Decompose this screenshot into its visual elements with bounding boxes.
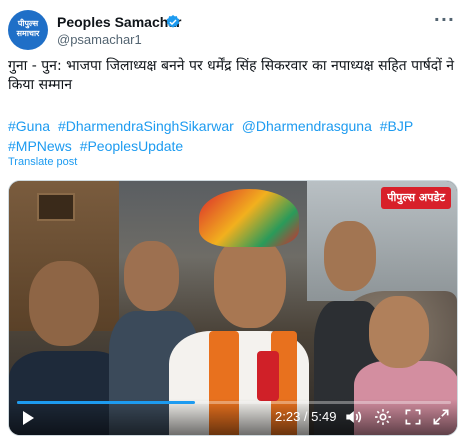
- play-icon[interactable]: [23, 411, 34, 425]
- verified-icon: [166, 15, 180, 28]
- video-time: 2:23 / 5:49: [275, 409, 337, 424]
- video-turban: [199, 189, 299, 247]
- settings-icon[interactable]: [373, 407, 393, 427]
- more-icon[interactable]: ···: [434, 10, 455, 29]
- avatar-text: पीपुल्स समाचार: [16, 19, 40, 38]
- hashtag-link[interactable]: #BJP: [380, 118, 413, 134]
- hashtag-link[interactable]: #Guna: [8, 118, 50, 134]
- hashtag-list: #Guna #DharmendraSinghSikarwar @Dharmend…: [8, 116, 457, 156]
- hashtag-link[interactable]: #DharmendraSinghSikarwar: [58, 118, 234, 134]
- fullscreen-icon[interactable]: [403, 407, 423, 427]
- video-microphone: [257, 351, 279, 401]
- video-progress-bar[interactable]: [17, 401, 451, 404]
- video-person-head: [369, 296, 429, 368]
- channel-logo-badge: पीपुल्स अपडेट: [381, 187, 451, 209]
- translate-post-link[interactable]: Translate post: [8, 156, 77, 168]
- author-display-name[interactable]: Peoples Samachar: [57, 14, 182, 30]
- video-controls: 2:23 / 5:49: [9, 399, 457, 435]
- author-handle[interactable]: @psamachar1: [57, 32, 142, 47]
- expand-icon[interactable]: [431, 407, 451, 427]
- hashtag-link[interactable]: #PeoplesUpdate: [80, 138, 184, 154]
- video-person-head: [214, 236, 286, 328]
- mention-link[interactable]: @Dharmendrasguna: [242, 118, 372, 134]
- video-scene-window: [37, 193, 75, 221]
- volume-icon[interactable]: [343, 407, 363, 427]
- avatar[interactable]: पीपुल्स समाचार: [8, 10, 48, 50]
- post-header: पीपुल्स समाचार Peoples Samachar @psamach…: [8, 10, 457, 50]
- video-player[interactable]: पीपुल्स अपडेट 2:23 / 5:49: [8, 180, 458, 436]
- video-person-head: [324, 221, 376, 291]
- hashtag-link[interactable]: #MPNews: [8, 138, 72, 154]
- post-text: गुना - पुन: भाजपा जिलाध्यक्ष बनने पर धर्…: [8, 58, 455, 93]
- video-progress-fill: [17, 401, 195, 404]
- video-person-head: [29, 261, 99, 346]
- video-person-head: [124, 241, 179, 311]
